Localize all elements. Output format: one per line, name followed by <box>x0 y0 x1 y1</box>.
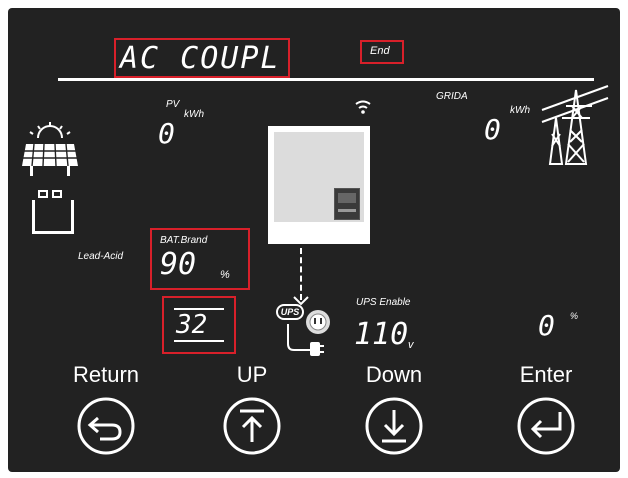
page: AC COUPL End PV kWh 0 GRIDA kWh 0 Lead-A… <box>0 0 628 478</box>
connector-line <box>300 248 302 300</box>
pv-unit: kWh <box>184 109 204 120</box>
power-outlet-icon <box>287 310 330 356</box>
down-button[interactable] <box>364 396 424 456</box>
battery-icon <box>26 190 80 254</box>
lcd-screen: AC COUPL End PV kWh 0 GRIDA kWh 0 Lead-A… <box>8 8 620 472</box>
end-tag: End <box>370 45 390 57</box>
wifi-icon <box>355 100 371 114</box>
ups-unit: v <box>408 339 414 351</box>
grid-value: 0 <box>484 113 501 146</box>
return-label: Return <box>72 362 140 387</box>
mode-display: AC COUPL <box>120 41 281 76</box>
up-label: UP <box>236 362 268 387</box>
pv-value: 0 <box>158 117 175 150</box>
bat-brand-unit: % <box>220 269 230 281</box>
top-divider <box>58 78 594 81</box>
enter-label: Enter <box>519 362 573 387</box>
ups-value: 110 <box>354 317 409 352</box>
inverter-display-icon <box>334 188 360 220</box>
grid-label: GRIDA <box>436 91 468 102</box>
battery-type: Lead-Acid <box>78 251 124 262</box>
bat-brand-label: BAT.Brand <box>160 235 208 246</box>
load-unit: % <box>570 311 579 321</box>
enter-button[interactable] <box>516 396 576 456</box>
grid-unit: kWh <box>510 105 530 116</box>
bat-brand-value: 90 <box>160 247 197 282</box>
solar-panel-icon <box>22 122 78 176</box>
inverter-unit <box>268 126 370 244</box>
load-value: 0 <box>538 309 555 342</box>
ups-enable-label: UPS Enable <box>356 297 411 308</box>
return-button[interactable] <box>76 396 136 456</box>
up-button[interactable] <box>222 396 282 456</box>
pv-label: PV <box>166 99 180 110</box>
setting-index: 32 <box>176 310 208 340</box>
transmission-tower-icon <box>541 85 609 165</box>
down-label: Down <box>365 362 423 387</box>
